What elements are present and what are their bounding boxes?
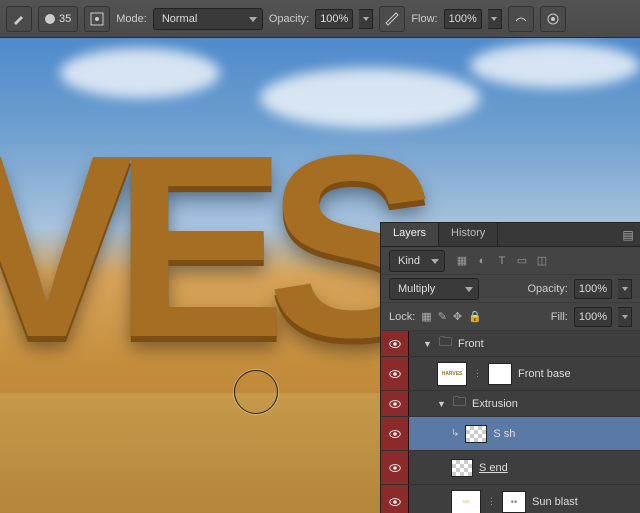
layer-thumbnail: [465, 425, 487, 443]
mode-label: Mode:: [116, 13, 147, 25]
opacity-label: Opacity:: [269, 13, 309, 25]
filter-pixel-icon[interactable]: ▦: [455, 254, 469, 268]
layer-blend-mode-dropdown[interactable]: Multiply: [389, 278, 479, 300]
filter-type-icon[interactable]: T: [495, 254, 509, 268]
layer-thumbnail: HARVES: [437, 362, 467, 386]
tool-preset-picker[interactable]: [6, 6, 32, 32]
tab-history[interactable]: History: [439, 223, 498, 246]
pressure-opacity-toggle[interactable]: [379, 6, 405, 32]
brush-panel-toggle[interactable]: [84, 6, 110, 32]
layer-group-front[interactable]: ▼ 🗀 Front: [381, 331, 640, 357]
airbrush-toggle[interactable]: [508, 6, 534, 32]
layer-front-base[interactable]: HARVES ⋮ Front base: [381, 357, 640, 391]
filter-shape-icon[interactable]: ▭: [515, 254, 529, 268]
layer-name: Extrusion: [472, 398, 518, 410]
layer-filter-row: Kind ▦ ◐ T ▭ ◫: [381, 247, 640, 275]
opacity-stepper[interactable]: [359, 9, 373, 29]
folder-icon: 🗀: [453, 393, 466, 415]
lock-transparency-icon[interactable]: ▦: [421, 310, 431, 323]
panel-menu-button[interactable]: [616, 223, 640, 246]
brush-tip-preview-icon: [45, 14, 55, 24]
link-icon: ⋮: [487, 496, 496, 507]
layer-mask-thumbnail[interactable]: [488, 363, 512, 385]
tab-layers[interactable]: Layers: [381, 223, 439, 246]
lock-all-icon[interactable]: 🔒: [468, 310, 482, 323]
pressure-size-toggle[interactable]: [540, 6, 566, 32]
layer-name: S end: [479, 462, 508, 474]
filter-smart-icon[interactable]: ◫: [535, 254, 549, 268]
blend-opacity-row: Multiply Opacity: 100%: [381, 275, 640, 303]
brush-preset-picker[interactable]: 35: [38, 6, 78, 32]
visibility-toggle[interactable]: [381, 417, 409, 450]
blend-mode-value: Normal: [162, 13, 197, 25]
fill-field[interactable]: 100%: [574, 307, 612, 327]
opacity-value: 100%: [320, 13, 348, 25]
layer-name: Front base: [518, 368, 571, 380]
flow-label: Flow:: [411, 13, 437, 25]
visibility-toggle[interactable]: [381, 357, 409, 390]
lock-position-icon[interactable]: ✥: [453, 310, 462, 323]
layer-list: ▼ 🗀 Front HARVES ⋮ Front base ▼ 🗀 Extrus…: [381, 331, 640, 513]
disclosure-triangle-icon[interactable]: ▼: [423, 339, 433, 349]
layer-opacity-stepper[interactable]: [618, 279, 632, 299]
layer-sun-blast[interactable]: ≡≡≡ ⋮ ≋≋ Sun blast: [381, 485, 640, 513]
layer-thumbnail: [451, 459, 473, 477]
layers-panel: Layers History Kind ▦ ◐ T ▭ ◫ Multiply O…: [380, 222, 640, 513]
opacity-field[interactable]: 100%: [315, 9, 353, 29]
link-icon: ⋮: [473, 368, 482, 379]
brush-size-value: 35: [59, 13, 71, 25]
flow-field[interactable]: 100%: [444, 9, 482, 29]
flow-value: 100%: [449, 13, 477, 25]
layer-opacity-field[interactable]: 100%: [574, 279, 612, 299]
filter-type-dropdown[interactable]: Kind: [389, 250, 445, 272]
folder-icon: 🗀: [439, 333, 452, 355]
visibility-toggle[interactable]: [381, 391, 409, 416]
layer-s-sh[interactable]: ↳ S sh: [381, 417, 640, 451]
layer-opacity-label: Opacity:: [528, 283, 568, 295]
layer-group-extrusion[interactable]: ▼ 🗀 Extrusion: [381, 391, 640, 417]
brush-cursor-icon: [234, 370, 278, 414]
layer-name: S sh: [493, 428, 515, 440]
visibility-toggle[interactable]: [381, 451, 409, 484]
blend-mode-dropdown[interactable]: Normal: [153, 8, 263, 30]
layer-thumbnail: ≡≡≡: [451, 490, 481, 513]
layer-name: Front: [458, 338, 484, 350]
lock-pixels-icon[interactable]: ✎: [438, 310, 447, 323]
layer-mask-thumbnail[interactable]: ≋≋: [502, 491, 526, 513]
flow-stepper[interactable]: [488, 9, 502, 29]
visibility-toggle[interactable]: [381, 485, 409, 513]
layer-name: Sun blast: [532, 496, 578, 508]
filter-adjust-icon[interactable]: ◐: [475, 254, 489, 268]
panel-tab-strip: Layers History: [381, 223, 640, 247]
disclosure-triangle-icon[interactable]: ▼: [437, 399, 447, 409]
fill-stepper[interactable]: [618, 307, 632, 327]
filter-icon-group: ▦ ◐ T ▭ ◫: [455, 254, 549, 268]
clip-indicator-icon: ↳: [451, 428, 459, 439]
lock-label: Lock:: [389, 311, 415, 323]
lock-fill-row: Lock: ▦ ✎ ✥ 🔒 Fill: 100%: [381, 303, 640, 331]
layer-s-end[interactable]: S end: [381, 451, 640, 485]
visibility-toggle[interactable]: [381, 331, 409, 356]
fill-label: Fill:: [551, 311, 568, 323]
brush-options-bar: 35 Mode: Normal Opacity: 100% Flow: 100%: [0, 0, 640, 38]
